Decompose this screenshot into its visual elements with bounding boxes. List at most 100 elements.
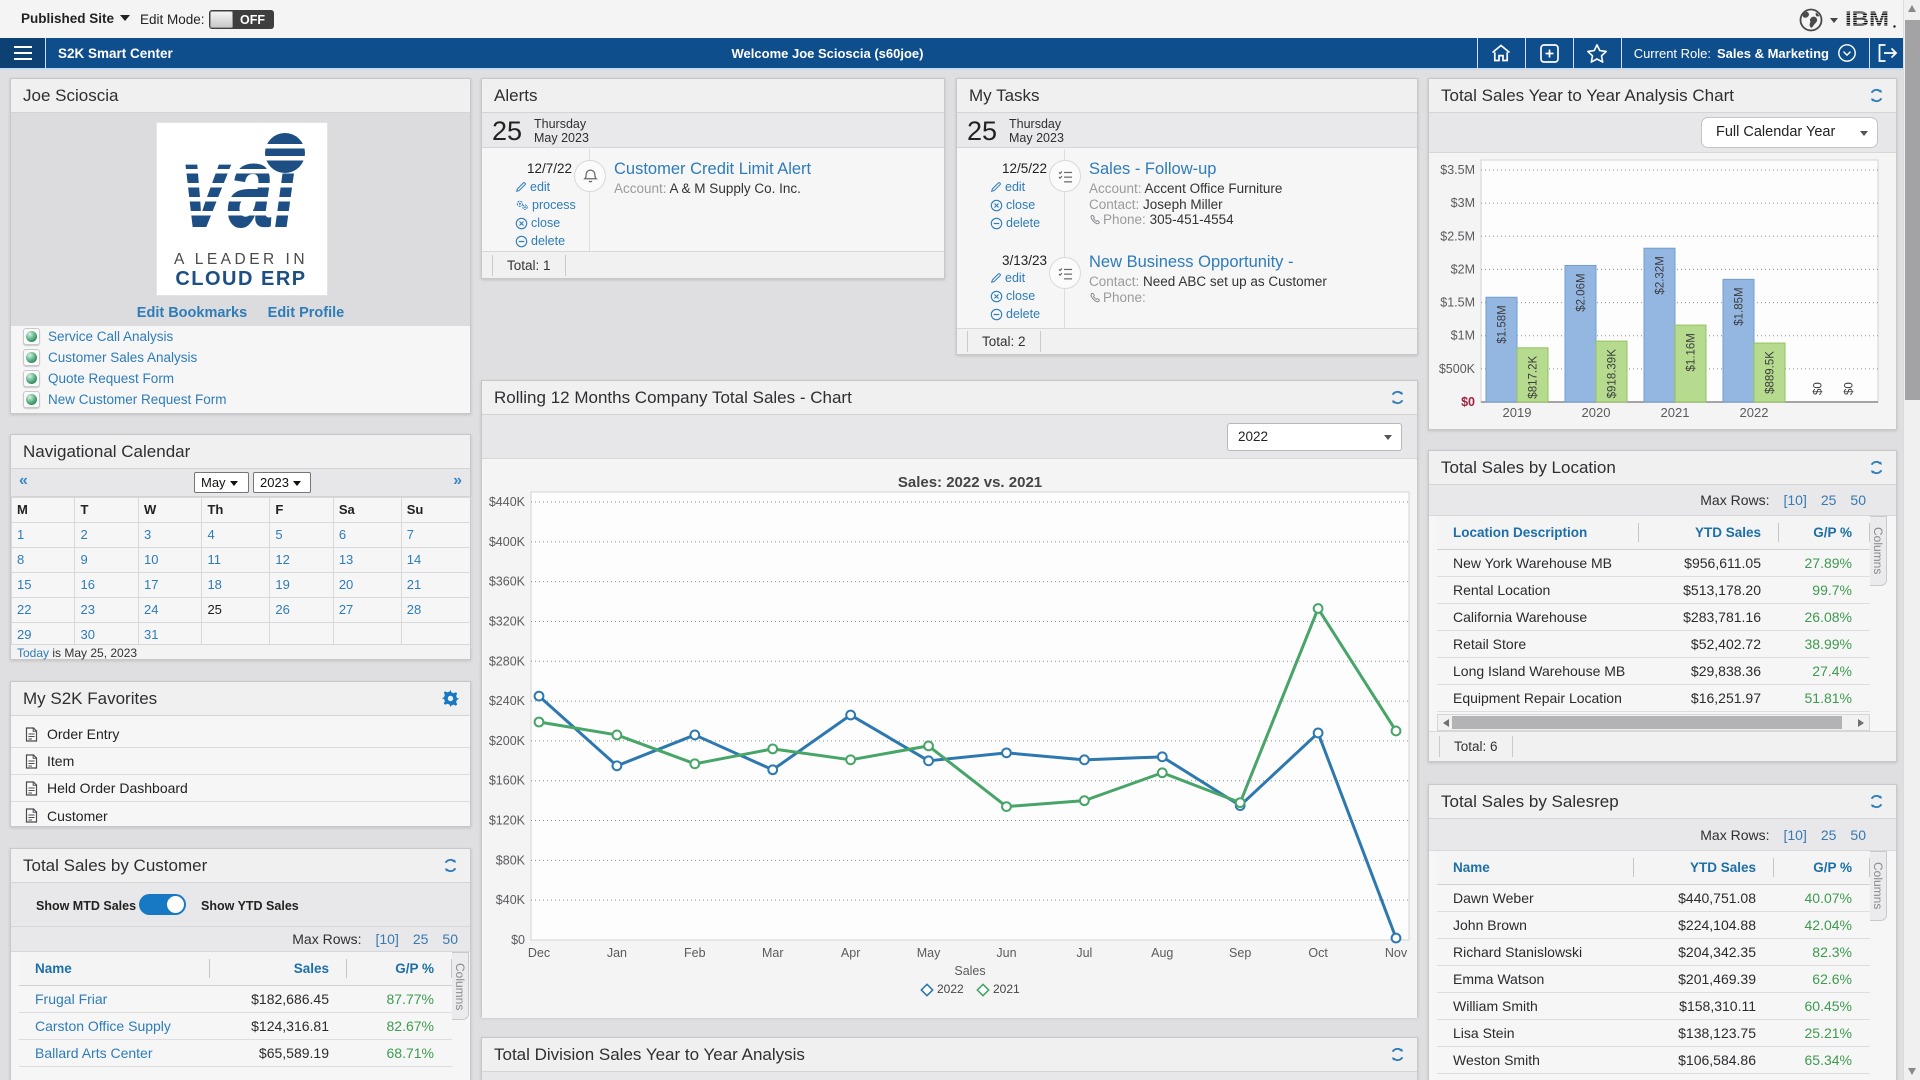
calendar-day-cell[interactable]: 11	[202, 548, 270, 573]
calendar-day-cell[interactable]: 12	[270, 548, 333, 573]
column-header[interactable]: Name	[1437, 851, 1634, 884]
page-scrollbar[interactable]	[1903, 0, 1920, 1080]
calendar-day-cell[interactable]: 17	[138, 573, 201, 598]
column-header[interactable]: G/P %	[347, 952, 452, 985]
favorite-item[interactable]: Item	[11, 748, 470, 775]
calendar-day-cell[interactable]: 23	[75, 598, 138, 623]
calendar-day-cell[interactable]: 5	[270, 523, 333, 548]
year-select[interactable]: 2022	[1227, 423, 1402, 451]
refresh-button[interactable]	[1389, 1046, 1406, 1068]
bookmark-link[interactable]: Customer Sales Analysis	[11, 347, 470, 368]
max-rows-10[interactable]: [10]	[375, 931, 398, 947]
edit-link[interactable]: edit	[515, 178, 576, 196]
scroll-right-arrow[interactable]	[1858, 719, 1864, 727]
calendar-day-cell[interactable]: 27	[333, 598, 401, 623]
scroll-down-arrow[interactable]	[1908, 1068, 1916, 1075]
max-rows-50[interactable]: 50	[442, 931, 458, 947]
calendar-day-cell[interactable]: 21	[401, 573, 471, 598]
calendar-day-cell[interactable]: 4	[202, 523, 270, 548]
refresh-button[interactable]	[442, 857, 459, 879]
max-rows-25[interactable]: 25	[1821, 827, 1837, 843]
delete-link[interactable]: delete	[990, 305, 1040, 323]
scroll-left-arrow[interactable]	[1443, 719, 1449, 727]
calendar-day-cell[interactable]: 18	[202, 573, 270, 598]
entry-title[interactable]: New Business Opportunity -	[1089, 252, 1409, 272]
calendar-day-cell[interactable]: 26	[270, 598, 333, 623]
calendar-day-cell[interactable]: 15	[12, 573, 75, 598]
favorite-item[interactable]: Order Entry	[11, 721, 470, 748]
edit-mode-toggle[interactable]: OFF	[209, 10, 274, 29]
columns-tab[interactable]: Columns	[1870, 851, 1887, 921]
calendar-prev-button[interactable]: «	[19, 472, 26, 490]
refresh-button[interactable]	[1868, 459, 1885, 481]
calendar-day-cell[interactable]: 28	[401, 598, 471, 623]
calendar-day-cell[interactable]: 14	[401, 548, 471, 573]
column-header[interactable]: YTD Sales	[1639, 516, 1779, 549]
home-button[interactable]	[1477, 38, 1525, 68]
max-rows-25[interactable]: 25	[413, 931, 429, 947]
calendar-day-cell[interactable]: 25	[202, 598, 270, 623]
mtd-ytd-toggle[interactable]	[139, 894, 186, 915]
delete-link[interactable]: delete	[990, 214, 1040, 232]
edit-link[interactable]: edit	[990, 269, 1040, 287]
column-header[interactable]: G/P %	[1774, 851, 1870, 884]
bookmark-link[interactable]: Service Call Analysis	[11, 326, 470, 347]
columns-tab[interactable]: Columns	[452, 952, 469, 1020]
max-rows-10[interactable]: [10]	[1783, 827, 1806, 843]
column-header[interactable]: Sales	[210, 952, 347, 985]
bookmark-link[interactable]: New Customer Request Form	[11, 389, 470, 410]
favorites-button[interactable]	[1573, 38, 1621, 68]
published-site-menu[interactable]: Published Site	[21, 11, 130, 26]
row-name[interactable]: Frugal Friar	[19, 985, 210, 1012]
edit-link[interactable]: edit	[990, 178, 1040, 196]
column-header[interactable]: Name	[19, 952, 210, 985]
calendar-day-cell[interactable]: 13	[333, 548, 401, 573]
calendar-day-cell[interactable]: 24	[138, 598, 201, 623]
max-rows-25[interactable]: 25	[1821, 492, 1837, 508]
calendar-day-cell[interactable]: 7	[401, 523, 471, 548]
horizontal-scrollbar[interactable]	[1437, 714, 1870, 731]
calendar-day-cell[interactable]: 9	[75, 548, 138, 573]
bookmark-link[interactable]: Quote Request Form	[11, 368, 470, 389]
refresh-button[interactable]	[1868, 87, 1885, 109]
calendar-day-cell[interactable]: 6	[333, 523, 401, 548]
today-link[interactable]: Today	[17, 646, 49, 660]
scroll-up-arrow[interactable]	[1908, 5, 1916, 12]
columns-tab[interactable]: Columns	[1870, 516, 1887, 586]
column-header[interactable]: Location Description	[1437, 516, 1639, 549]
calendar-day-cell[interactable]: 22	[12, 598, 75, 623]
calendar-day-cell[interactable]: 16	[75, 573, 138, 598]
refresh-button[interactable]	[1868, 793, 1885, 815]
max-rows-10[interactable]: [10]	[1783, 492, 1806, 508]
row-name[interactable]: Ballard Arts Center	[19, 1039, 210, 1066]
calendar-day-cell[interactable]: 8	[12, 548, 75, 573]
scrollbar-thumb[interactable]	[1905, 20, 1920, 400]
entry-title[interactable]: Sales - Follow-up	[1089, 159, 1409, 179]
refresh-button[interactable]	[1389, 389, 1406, 411]
column-header[interactable]: G/P %	[1779, 516, 1870, 549]
row-name[interactable]: Carston Office Supply	[19, 1012, 210, 1039]
favorite-item[interactable]: Held Order Dashboard	[11, 775, 470, 802]
favorite-item[interactable]: Customer	[11, 802, 470, 829]
calendar-year-select[interactable]: 2023	[253, 472, 311, 493]
add-button[interactable]	[1525, 38, 1573, 68]
period-select[interactable]: Full Calendar Year	[1701, 117, 1878, 148]
edit-bookmarks-link[interactable]: Edit Bookmarks	[137, 305, 247, 321]
close-link[interactable]: close	[515, 214, 576, 232]
max-rows-50[interactable]: 50	[1850, 827, 1866, 843]
calendar-day-cell[interactable]: 10	[138, 548, 201, 573]
logout-button[interactable]	[1869, 38, 1903, 68]
column-header[interactable]: YTD Sales	[1634, 851, 1774, 884]
delete-link[interactable]: delete	[515, 232, 576, 250]
edit-profile-link[interactable]: Edit Profile	[268, 305, 345, 321]
calendar-month-select[interactable]: May	[194, 472, 249, 493]
scrollbar-thumb[interactable]	[1452, 716, 1842, 729]
close-link[interactable]: close	[990, 287, 1040, 305]
calendar-day-cell[interactable]: 2	[75, 523, 138, 548]
calendar-day-cell[interactable]: 1	[12, 523, 75, 548]
close-link[interactable]: close	[990, 196, 1040, 214]
process-link[interactable]: process	[515, 196, 576, 214]
calendar-day-cell[interactable]: 19	[270, 573, 333, 598]
calendar-day-cell[interactable]: 3	[138, 523, 201, 548]
language-menu[interactable]	[1798, 7, 1838, 33]
